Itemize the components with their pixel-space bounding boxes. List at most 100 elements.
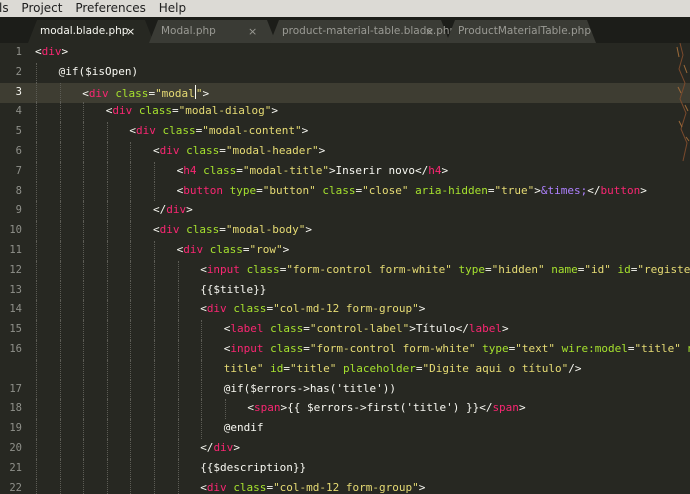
code-line[interactable]: </div> xyxy=(0,203,690,216)
tab-modal-php[interactable]: Modal.php × xyxy=(149,20,276,43)
string-literal: "modal-header" xyxy=(225,144,319,157)
code-line[interactable]: @if($isOpen) xyxy=(0,65,690,78)
attribute-name: class xyxy=(233,480,267,494)
code-text: > xyxy=(282,243,290,256)
menu-item-project[interactable]: Project xyxy=(21,0,62,17)
code-line[interactable]: {{$description}} xyxy=(0,461,690,474)
string-literal: "modal-title" xyxy=(242,163,329,177)
tag-name: div xyxy=(136,124,156,138)
code-text: @if($isOpen) xyxy=(58,64,139,78)
tag-name: div xyxy=(213,441,234,454)
code-text: = xyxy=(487,183,495,197)
tag-name: div xyxy=(88,86,109,100)
attribute-name: placeholder xyxy=(343,361,416,375)
code-line[interactable]: <div class="col-md-12 form-group"> xyxy=(0,481,690,494)
menu-item-preferences[interactable]: Preferences xyxy=(75,0,146,17)
code-text: < xyxy=(200,480,207,494)
string-literal: "modal-dialog" xyxy=(178,104,272,118)
tag-name: div xyxy=(112,104,133,118)
code-line[interactable]: <div class="modal-header"> xyxy=(0,144,690,157)
close-icon[interactable]: × xyxy=(248,20,257,43)
code-line[interactable]: <div> xyxy=(0,45,690,58)
code-line[interactable]: {{$title}} xyxy=(0,283,690,296)
code-text: /> xyxy=(568,361,582,375)
code-text: < xyxy=(153,144,160,157)
code-text: </ xyxy=(153,203,167,217)
code-text: = xyxy=(485,262,492,276)
attribute-name: class xyxy=(138,104,173,118)
code-text: @if($errors->has('title')) xyxy=(223,381,396,395)
code-line[interactable]: <span>{{ $errors->first('title') }}</spa… xyxy=(0,401,690,414)
string-literal: "true" xyxy=(494,183,535,197)
code-text: {{$description}} xyxy=(200,460,307,474)
attribute-name: id xyxy=(617,262,631,276)
code-text: < xyxy=(82,86,89,100)
close-icon[interactable]: × xyxy=(126,20,135,43)
tag-name: label xyxy=(230,322,264,336)
code-line[interactable]: <div class="modal"> xyxy=(0,84,690,100)
attribute-name: name xyxy=(551,262,578,276)
attribute-name: type xyxy=(229,183,257,197)
string-literal: "title" xyxy=(634,342,681,355)
code-text: </ xyxy=(200,441,214,454)
code-line[interactable]: <input class="form-control form-white" t… xyxy=(0,263,690,276)
close-icon[interactable]: × xyxy=(425,20,434,43)
code-line[interactable]: @if($errors->has('title')) xyxy=(0,382,690,395)
tag-name: button xyxy=(183,183,223,197)
code-line[interactable]: title" id="title" placeholder="Digite aq… xyxy=(0,362,690,375)
code-text: > xyxy=(441,163,449,177)
menu-item-help[interactable]: Help xyxy=(159,0,186,17)
code-text: > xyxy=(61,45,69,58)
tab-modal-blade[interactable]: modal.blade.php × xyxy=(28,20,154,43)
code-text: > xyxy=(418,302,426,316)
code-line[interactable]: <input class="form-control form-white" t… xyxy=(0,342,690,355)
string-literal: "title" xyxy=(290,361,337,375)
code-line[interactable]: @endif xyxy=(0,421,690,434)
code-line[interactable]: <div class="modal-dialog"> xyxy=(0,104,690,117)
string-literal: "close" xyxy=(362,183,409,197)
code-text: > xyxy=(640,183,647,197)
attribute-name: class xyxy=(162,124,196,138)
code-text: > xyxy=(534,183,541,197)
attribute-name: class xyxy=(322,183,356,197)
attribute-name: class xyxy=(203,163,237,177)
tag-name: span xyxy=(254,401,281,415)
code-text: < xyxy=(153,223,160,237)
code-line[interactable]: <div class="col-md-12 form-group"> xyxy=(0,302,690,315)
tag-name: div xyxy=(166,203,187,217)
string-literal: "text" xyxy=(515,342,555,355)
code-line[interactable]: <button type="button" class="close" aria… xyxy=(0,184,690,197)
attribute-name: class xyxy=(270,322,304,336)
code-editor[interactable]: 1 2 3 4 5 6 7 8 9 10 11 12 13 14 15 16 17 18 19 20 21 22 <div… xyxy=(0,43,690,494)
code-text: = xyxy=(236,163,243,177)
tag-name: input xyxy=(230,342,264,355)
code-line[interactable]: <div class="row"> xyxy=(0,243,690,256)
code-line[interactable]: </div> xyxy=(0,441,690,454)
tag-name: div xyxy=(206,302,227,316)
menu-item-tools[interactable]: ls xyxy=(0,0,9,17)
attribute-name: type xyxy=(458,262,486,276)
string-literal: "hidden" xyxy=(491,262,545,276)
attribute-name: class xyxy=(186,144,220,157)
code-line[interactable]: <h4 class="modal-title">Inserir novo</h4… xyxy=(0,164,690,177)
code-text: {{$title}} xyxy=(200,282,267,296)
code-line[interactable]: <div class="modal-content"> xyxy=(0,124,690,137)
string-literal: "modal-content" xyxy=(202,124,302,138)
tag-name: div xyxy=(183,243,204,256)
code-text: = xyxy=(415,361,423,375)
attribute-name: class xyxy=(270,342,304,355)
code-text: = xyxy=(219,144,226,157)
code-text: >Título</ xyxy=(409,322,469,336)
code-line[interactable]: <div class="modal-body"> xyxy=(0,223,690,236)
tab-product-material-table-php[interactable]: ProductMaterialTable.php xyxy=(446,20,596,43)
tab-product-material-table-blade[interactable]: product-material-table.blade.php × xyxy=(270,20,456,43)
code-text: > xyxy=(305,223,312,237)
code-text: >Inserir novo</ xyxy=(328,163,429,177)
code-text: > xyxy=(202,86,210,100)
string-literal: "button" xyxy=(262,183,316,197)
code-text: < xyxy=(200,262,207,276)
code-line[interactable]: <label class="control-label">Título</lab… xyxy=(0,322,690,335)
